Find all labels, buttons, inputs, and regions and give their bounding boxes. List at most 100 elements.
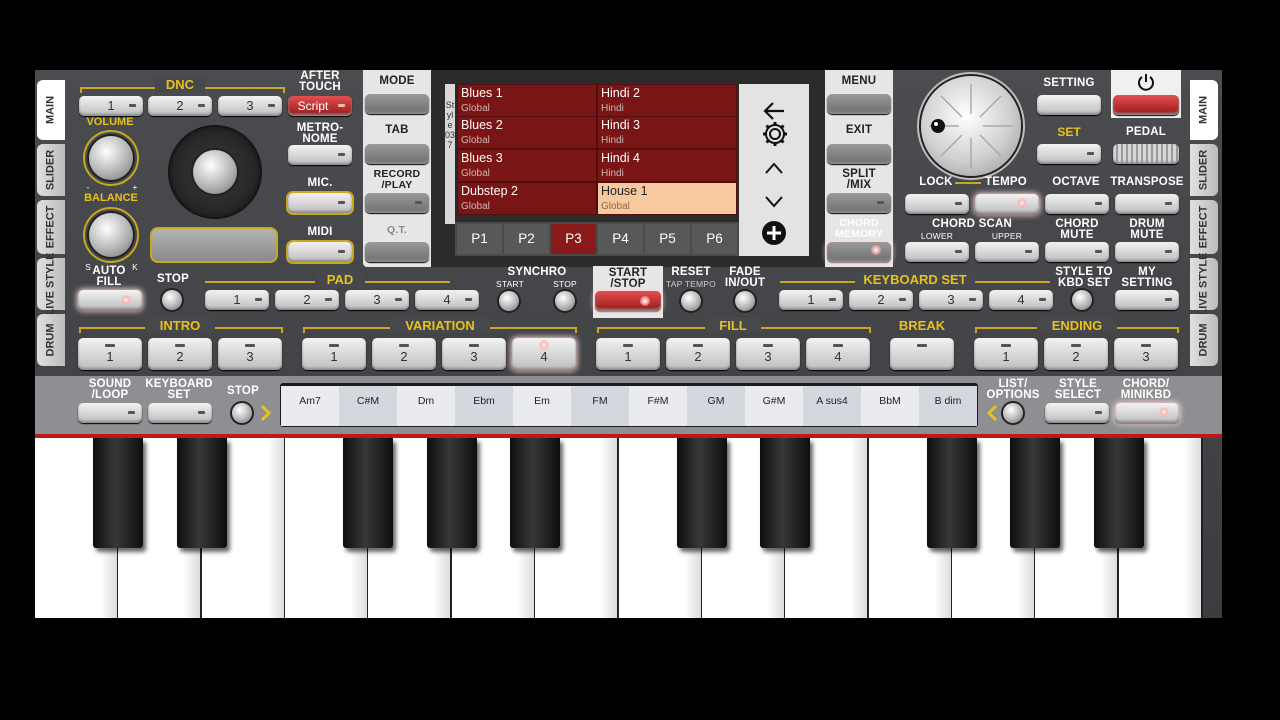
back-arrow-icon[interactable] <box>762 101 786 121</box>
intro-1-button[interactable]: 1 <box>78 338 142 370</box>
ending-2-button[interactable]: 2 <box>1044 338 1108 370</box>
add-icon[interactable] <box>761 220 787 246</box>
kbd-set-3-button[interactable]: 3 <box>919 290 983 310</box>
kbd-set-4-button[interactable]: 4 <box>989 290 1053 310</box>
tab-main-right[interactable]: MAIN <box>1190 80 1218 140</box>
synchro-stop-knob[interactable] <box>555 291 575 311</box>
transpose-button[interactable] <box>1115 194 1179 214</box>
exit-button[interactable] <box>827 144 891 164</box>
kbd-set-2-button[interactable]: 2 <box>849 290 913 310</box>
chord-scan-upper-button[interactable] <box>975 242 1039 262</box>
variation-1-button[interactable]: 1 <box>302 338 366 370</box>
break-button[interactable] <box>890 338 954 370</box>
black-key[interactable] <box>1010 438 1061 548</box>
chord-pad-2[interactable]: Dm <box>397 386 455 426</box>
chord-pad-3[interactable]: Ebm <box>455 386 513 426</box>
intro-3-button[interactable]: 3 <box>218 338 282 370</box>
power-icon[interactable] <box>1136 72 1156 92</box>
ending-1-button[interactable]: 1 <box>974 338 1038 370</box>
tab-main-left[interactable]: MAIN <box>37 80 65 140</box>
style-item-3[interactable]: Hindi 3 Hindi <box>597 116 737 149</box>
fade-knob[interactable] <box>735 291 755 311</box>
chord-pad-9[interactable]: A sus4 <box>803 386 861 426</box>
tab-drum-right[interactable]: DRUM <box>1190 314 1218 366</box>
mic-button[interactable] <box>286 191 354 215</box>
split-mix-button[interactable] <box>827 193 891 213</box>
script-button[interactable]: Script <box>288 96 352 116</box>
black-key[interactable] <box>426 438 477 548</box>
setting-button[interactable] <box>1037 95 1101 115</box>
chevron-left-icon[interactable] <box>985 404 999 422</box>
tab-button[interactable] <box>365 144 429 164</box>
balance-knob[interactable] <box>89 213 133 257</box>
chevron-up-icon[interactable] <box>764 161 784 175</box>
pad-3-button[interactable]: 3 <box>345 290 409 310</box>
style-item-5[interactable]: Hindi 4 Hindi <box>597 149 737 182</box>
metronome-button[interactable] <box>288 145 352 165</box>
chord-pad-11[interactable]: B dim <box>919 386 977 426</box>
chevron-down-icon[interactable] <box>764 195 784 209</box>
my-setting-button[interactable] <box>1115 290 1179 310</box>
chevron-right-icon[interactable] <box>259 404 273 422</box>
sound-loop-button[interactable] <box>78 403 142 423</box>
page-tab-p1[interactable]: P1 <box>457 224 502 254</box>
style-item-7[interactable]: House 1 Global <box>597 182 737 215</box>
pad-4-button[interactable]: 4 <box>415 290 479 310</box>
page-tab-p2[interactable]: P2 <box>504 224 549 254</box>
style-item-0[interactable]: Blues 1 Global <box>457 84 597 117</box>
style-to-kbd-knob[interactable] <box>1072 290 1092 310</box>
tempo-button[interactable] <box>975 194 1039 214</box>
black-key[interactable] <box>760 438 811 548</box>
kbd-set-1-button[interactable]: 1 <box>779 290 843 310</box>
mode-button[interactable] <box>365 94 429 114</box>
start-stop-button[interactable] <box>595 291 661 311</box>
record-play-button[interactable] <box>365 193 429 213</box>
tab-live-style-right[interactable]: LIVE STYLE <box>1190 253 1218 315</box>
tab-live-style-left[interactable]: LIVE STYLE <box>37 253 65 315</box>
list-options-knob[interactable] <box>1003 403 1023 423</box>
black-key[interactable] <box>510 438 561 548</box>
page-tab-p3[interactable]: P3 <box>551 224 596 254</box>
chord-pad-10[interactable]: BbM <box>861 386 919 426</box>
variation-3-button[interactable]: 3 <box>442 338 506 370</box>
chord-pad-5[interactable]: FM <box>571 386 629 426</box>
chord-scan-lower-button[interactable] <box>905 242 969 262</box>
octave-button[interactable] <box>1045 194 1109 214</box>
chord-stop-knob[interactable] <box>232 403 252 423</box>
black-key[interactable] <box>926 438 977 548</box>
dnc-2-button[interactable]: 2 <box>148 96 212 116</box>
fill-2-button[interactable]: 2 <box>666 338 730 370</box>
black-key[interactable] <box>176 438 227 548</box>
chord-pad-7[interactable]: GM <box>687 386 745 426</box>
set-button[interactable] <box>1037 144 1101 164</box>
chord-pad-0[interactable]: Am7 <box>281 386 339 426</box>
intro-2-button[interactable]: 2 <box>148 338 212 370</box>
black-key[interactable] <box>676 438 727 548</box>
reset-knob[interactable] <box>681 291 701 311</box>
fill-1-button[interactable]: 1 <box>596 338 660 370</box>
joystick-knob[interactable] <box>193 150 237 194</box>
chord-pad-8[interactable]: G#M <box>745 386 803 426</box>
tab-effect-left[interactable]: EFFECT <box>37 200 65 254</box>
dnc-3-button[interactable]: 3 <box>218 96 282 116</box>
keyboard-set-small-button[interactable] <box>148 403 212 423</box>
black-key[interactable] <box>1093 438 1144 548</box>
chord-mute-button[interactable] <box>1045 242 1109 262</box>
page-tab-p6[interactable]: P6 <box>692 224 737 254</box>
style-item-4[interactable]: Blues 3 Global <box>457 149 597 182</box>
chord-pad-1[interactable]: C#M <box>339 386 397 426</box>
dnc-1-button[interactable]: 1 <box>79 96 143 116</box>
qt-button[interactable] <box>365 242 429 262</box>
variation-2-button[interactable]: 2 <box>372 338 436 370</box>
synchro-start-knob[interactable] <box>499 291 519 311</box>
chord-minikbd-button[interactable] <box>1115 403 1179 423</box>
tab-drum-left[interactable]: DRUM <box>37 314 65 366</box>
fill-3-button[interactable]: 3 <box>736 338 800 370</box>
chord-pad-6[interactable]: F#M <box>629 386 687 426</box>
midi-button[interactable] <box>286 240 354 264</box>
tab-slider-left[interactable]: SLIDER <box>37 144 65 196</box>
black-key[interactable] <box>93 438 144 548</box>
chord-pad-4[interactable]: Em <box>513 386 571 426</box>
auto-fill-button[interactable] <box>78 290 142 310</box>
tab-slider-right[interactable]: SLIDER <box>1190 144 1218 196</box>
